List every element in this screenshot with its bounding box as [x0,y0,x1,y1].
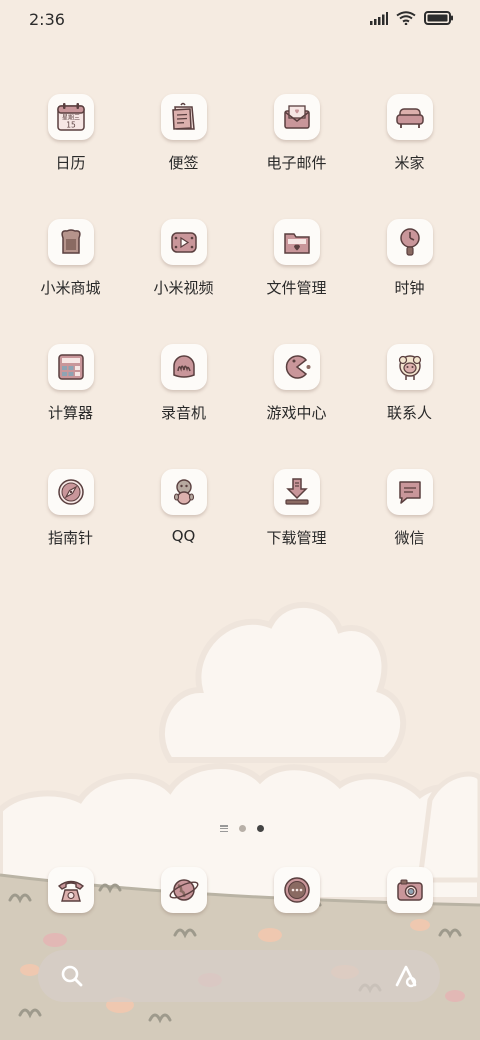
app-mi-video[interactable]: 小米视频 [127,219,240,319]
app-label: 联系人 [386,404,432,422]
clock-icon [399,228,420,256]
mi-video-icon [170,232,197,253]
page-dot-menu[interactable] [220,825,228,832]
phone-icon [57,880,84,902]
app-label: 计算器 [47,404,93,422]
app-label: 下载管理 [266,529,327,547]
download-manager-icon [284,478,309,505]
app-file-manager[interactable]: 文件管理 [240,219,353,319]
app-download-manager[interactable]: 下载管理 [240,469,353,569]
status-bar: 2:36 [0,0,480,40]
page-dot-active[interactable] [257,825,264,832]
app-label: 电子邮件 [266,154,327,172]
compass-icon [57,479,84,505]
app-label: 米家 [394,154,425,172]
search-bar[interactable] [38,950,440,1002]
game-center-icon [285,355,310,379]
wechat-icon [398,481,421,504]
battery-icon [424,11,453,25]
app-notes[interactable]: 便签 [127,94,240,194]
app-label: QQ [171,527,196,545]
app-qq[interactable]: QQ [127,469,240,569]
qq-icon [173,479,194,505]
app-label: 日历 [55,154,86,172]
app-label: 游戏中心 [266,404,327,422]
app-label: 便签 [168,154,199,172]
wifi-icon [396,11,416,25]
app-label: 指南针 [47,529,93,547]
messages-icon [283,877,310,903]
assistant-icon[interactable] [394,963,420,989]
app-label: 文件管理 [266,279,327,297]
home-screen: 2:36 星期三 15 日历 便签 电子邮件 米家 小米商城 小米视频 文件管理… [0,0,480,1040]
app-contacts[interactable]: 联系人 [353,344,466,444]
app-label: 小米视频 [153,279,214,297]
search-icon[interactable] [60,964,84,988]
email-icon [283,105,310,129]
mi-store-icon [60,229,81,254]
notes-icon [171,102,195,130]
app-label: 录音机 [160,404,206,422]
mi-home-icon [395,108,424,128]
page-indicator[interactable] [220,825,264,832]
app-email[interactable]: 电子邮件 [240,94,353,194]
app-mi-home[interactable]: 米家 [353,94,466,194]
app-label: 时钟 [394,279,425,297]
browser-icon [169,879,198,901]
camera-icon [396,879,423,901]
contacts-icon [398,355,421,380]
calculator-icon [57,354,84,380]
app-wechat[interactable]: 微信 [353,469,466,569]
app-game-center[interactable]: 游戏中心 [240,344,353,444]
app-mi-store[interactable]: 小米商城 [14,219,127,319]
status-time: 2:36 [29,10,65,29]
signal-icon [370,11,388,25]
file-manager-icon [283,233,310,254]
app-clock[interactable]: 时钟 [353,219,466,319]
page-dot[interactable] [239,825,246,832]
app-label: 微信 [394,529,425,547]
recorder-icon [172,355,195,378]
app-label: 小米商城 [40,279,101,297]
app-calendar[interactable]: 星期三 15 日历 [14,94,127,194]
app-calculator[interactable]: 计算器 [14,344,127,444]
calendar-icon: 星期三 15 [56,103,85,131]
calendar-day: 15 [66,121,76,130]
app-compass[interactable]: 指南针 [14,469,127,569]
app-recorder[interactable]: 录音机 [127,344,240,444]
